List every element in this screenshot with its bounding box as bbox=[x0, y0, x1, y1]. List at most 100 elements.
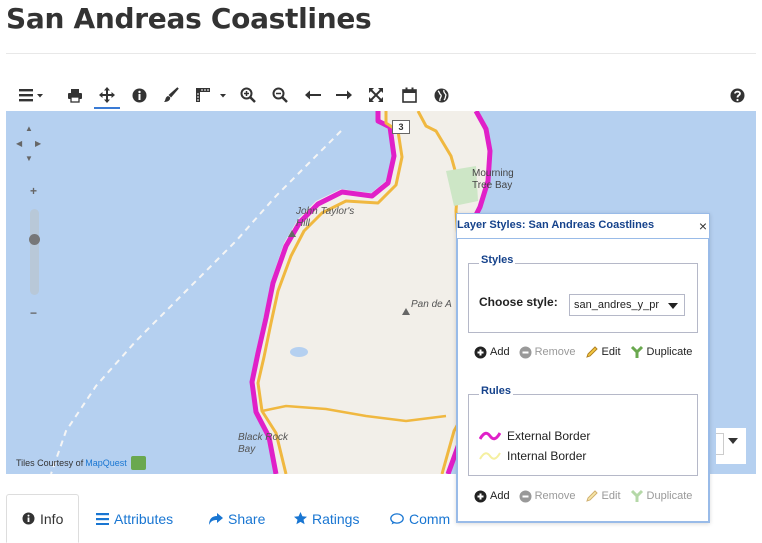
styles-add-label: Add bbox=[490, 346, 510, 358]
info-icon bbox=[22, 512, 35, 525]
layer-styles-title: Layer Styles: San Andreas Coastlines bbox=[457, 219, 655, 231]
previous-extent-button[interactable] bbox=[303, 83, 323, 107]
rules-add-label: Add bbox=[490, 490, 510, 502]
identify-button[interactable] bbox=[130, 83, 148, 107]
chevron-down-icon[interactable] bbox=[668, 303, 678, 309]
arrow-right-icon bbox=[336, 90, 352, 100]
mapquest-link[interactable]: MapQuest bbox=[85, 458, 127, 468]
external-border-swatch-icon bbox=[479, 431, 501, 441]
tab-share-label: Share bbox=[228, 510, 266, 527]
comment-icon bbox=[390, 512, 404, 524]
zoom-out-icon bbox=[272, 87, 288, 103]
rule-external-border[interactable]: External Border bbox=[479, 429, 590, 443]
tab-ratings[interactable]: Ratings bbox=[294, 494, 359, 543]
page-title: San Andreas Coastlines bbox=[6, 2, 372, 35]
place-label-pan-de: Pan de A bbox=[411, 299, 452, 310]
page-root: San Andreas Coastlines 3 Mourning Tree B… bbox=[0, 0, 762, 543]
rules-add-button[interactable]: Add bbox=[474, 490, 510, 503]
next-extent-button[interactable] bbox=[334, 83, 354, 107]
internal-border-swatch-icon bbox=[479, 452, 501, 460]
share-icon bbox=[209, 512, 223, 525]
place-label-mourning-tree-bay: Mourning Tree Bay bbox=[472, 168, 514, 191]
zoom-in-icon bbox=[240, 87, 256, 103]
arrow-left-icon bbox=[305, 90, 321, 100]
style-select[interactable]: san_andres_y_pr bbox=[569, 294, 685, 316]
styles-duplicate-label: Duplicate bbox=[646, 346, 693, 358]
styles-legend: Styles bbox=[479, 254, 516, 266]
duplicate-icon bbox=[630, 345, 643, 358]
styles-duplicate-button[interactable]: Duplicate bbox=[630, 345, 693, 359]
rules-legend: Rules bbox=[479, 385, 513, 397]
tiles-credit: Tiles Courtesy of MapQuest bbox=[16, 456, 146, 470]
rules-duplicate-label: Duplicate bbox=[646, 490, 693, 502]
styles-remove-button[interactable]: Remove bbox=[519, 346, 576, 359]
zoom-plus-icon[interactable]: + bbox=[30, 184, 37, 198]
place-label-black-rock-bay: Black Rock Bay bbox=[238, 432, 289, 455]
title-divider bbox=[6, 53, 756, 54]
tab-info[interactable]: Info bbox=[6, 494, 80, 543]
rule-external-border-label: External Border bbox=[507, 429, 591, 443]
rule-internal-border[interactable]: Internal Border bbox=[479, 449, 586, 463]
tab-comments[interactable]: Comm bbox=[390, 494, 450, 543]
map-style-select[interactable] bbox=[716, 428, 746, 464]
rules-edit-label: Edit bbox=[601, 490, 621, 502]
styles-edit-label: Edit bbox=[601, 346, 621, 358]
style-select-value: san_andres_y_pr bbox=[574, 299, 660, 311]
map-toolbar bbox=[6, 80, 756, 109]
choose-style-label: Choose style: bbox=[479, 295, 558, 309]
calendar-icon bbox=[401, 87, 417, 103]
zoom-slider[interactable] bbox=[30, 209, 39, 295]
styles-actions: Add Remove Edit Duplicate bbox=[474, 344, 701, 360]
rules-remove-button[interactable]: Remove bbox=[519, 490, 576, 503]
rules-fieldset: Rules External Border Internal Border bbox=[468, 385, 698, 476]
tab-share[interactable]: Share bbox=[209, 494, 265, 543]
pan-icon bbox=[99, 87, 115, 103]
rule-internal-border-label: Internal Border bbox=[507, 449, 587, 463]
styles-add-button[interactable]: Add bbox=[474, 346, 510, 359]
tab-info-label: Info bbox=[40, 510, 64, 527]
print-button[interactable] bbox=[66, 83, 84, 107]
place-label-john-taylors-hill: John Taylor's Hill bbox=[296, 206, 355, 229]
tab-attributes-label: Attributes bbox=[114, 510, 174, 527]
pan-down-icon[interactable]: ▼ bbox=[25, 155, 33, 163]
layer-styles-body: Styles Choose style: san_andres_y_pr Add… bbox=[457, 238, 709, 522]
zoom-out-button[interactable] bbox=[271, 83, 289, 107]
list-icon bbox=[96, 512, 109, 525]
zoom-slider-thumb[interactable] bbox=[29, 234, 40, 245]
add-circle-icon bbox=[474, 346, 487, 358]
details-tabs: Info Attributes Share Ratings Comm bbox=[6, 494, 456, 543]
styles-remove-label: Remove bbox=[534, 346, 576, 358]
zoom-in-button[interactable] bbox=[239, 83, 257, 107]
rules-edit-button[interactable]: Edit bbox=[585, 489, 621, 503]
style-button[interactable] bbox=[162, 83, 180, 107]
tab-ratings-label: Ratings bbox=[312, 510, 360, 527]
menu-button[interactable] bbox=[16, 83, 46, 107]
remove-circle-icon bbox=[519, 346, 532, 358]
pencil-icon bbox=[585, 490, 598, 502]
print-icon bbox=[68, 88, 82, 103]
pan-control: ▲ ◀ ▶ ▼ bbox=[16, 123, 41, 163]
pan-up-icon[interactable]: ▲ bbox=[25, 125, 33, 133]
calendar-button[interactable] bbox=[400, 83, 418, 107]
tiles-credit-text: Tiles Courtesy of bbox=[16, 458, 84, 468]
tab-attributes[interactable]: Attributes bbox=[96, 494, 173, 543]
close-icon[interactable]: × bbox=[699, 218, 707, 234]
globe-icon bbox=[434, 88, 448, 102]
pan-left-icon[interactable]: ◀ bbox=[16, 140, 22, 148]
info-icon bbox=[132, 88, 146, 102]
pan-right-icon[interactable]: ▶ bbox=[35, 140, 41, 148]
measure-button[interactable] bbox=[194, 83, 228, 107]
layer-styles-window: Layer Styles: San Andreas Coastlines × S… bbox=[456, 213, 710, 523]
pan-button[interactable] bbox=[94, 83, 120, 109]
star-icon bbox=[294, 512, 307, 525]
styles-edit-button[interactable]: Edit bbox=[585, 345, 621, 359]
fullscreen-icon bbox=[369, 88, 383, 102]
tab-comments-label: Comm bbox=[409, 510, 451, 527]
globe-button[interactable] bbox=[432, 83, 450, 107]
rules-duplicate-button[interactable]: Duplicate bbox=[630, 489, 693, 503]
map-select-box bbox=[716, 433, 724, 455]
full-extent-button[interactable] bbox=[367, 83, 385, 107]
zoom-minus-icon[interactable]: − bbox=[30, 306, 37, 320]
paintbrush-icon bbox=[164, 87, 179, 102]
help-button[interactable] bbox=[728, 83, 746, 107]
